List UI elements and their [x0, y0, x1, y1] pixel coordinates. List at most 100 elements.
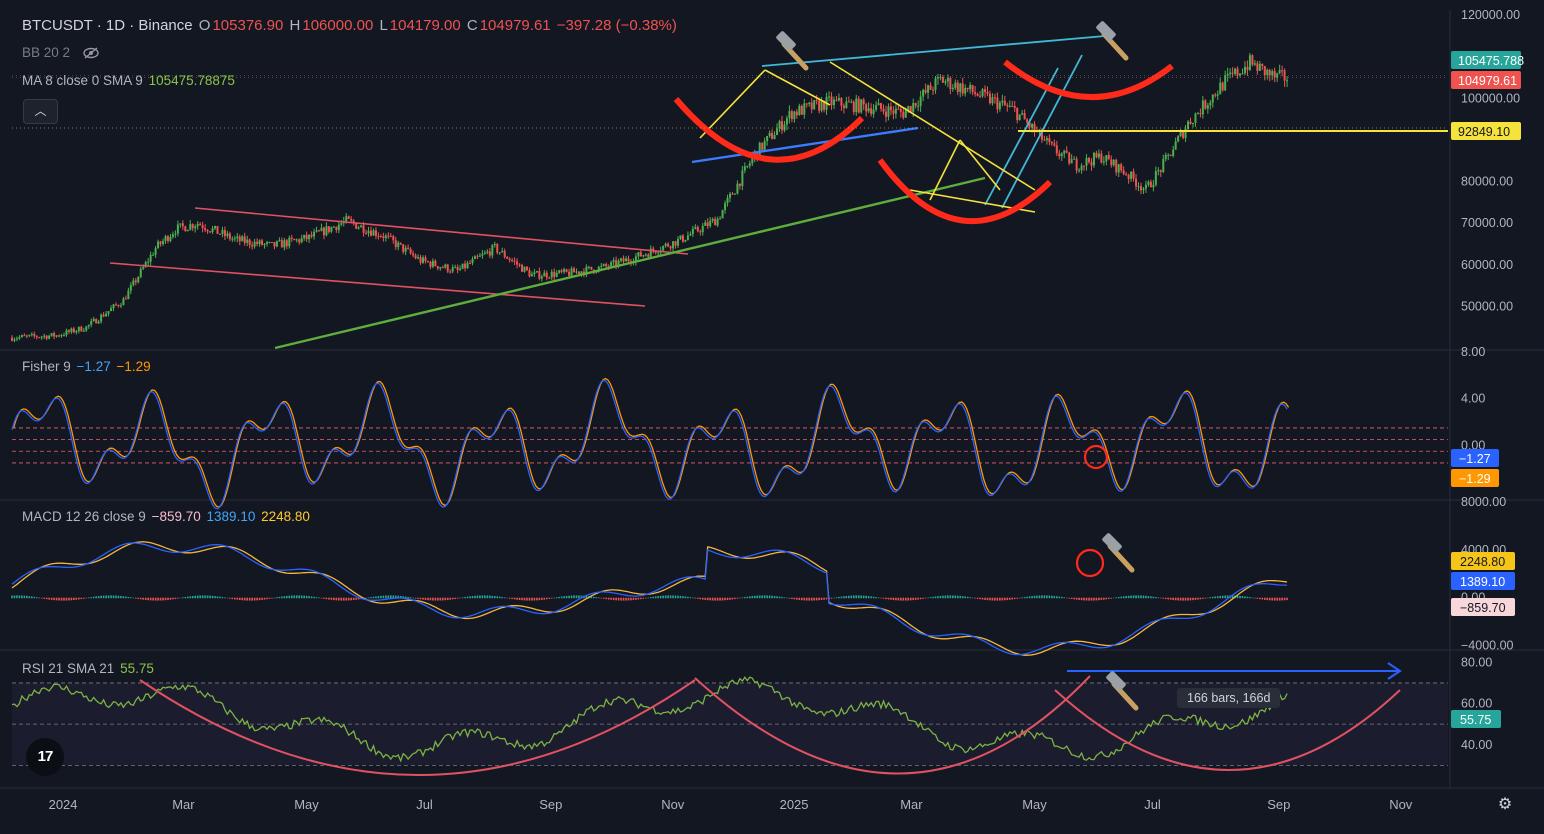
macd-histogram-bar: [328, 597, 330, 600]
settings-gear-icon[interactable]: ⚙: [1496, 796, 1514, 814]
candle-body: [899, 109, 902, 112]
candle-body: [706, 222, 709, 227]
candle-body: [922, 89, 925, 97]
candle-body: [1261, 63, 1264, 66]
candle-body: [1214, 94, 1217, 96]
macd-histogram-bar: [498, 596, 501, 599]
candle-body: [1097, 153, 1100, 158]
candle-body: [927, 85, 930, 93]
macd-histogram-bar: [318, 597, 320, 599]
macd-histogram-bar: [1246, 596, 1249, 599]
candle-body: [92, 319, 95, 322]
bb-legend[interactable]: BB 20 2: [22, 45, 100, 60]
macd-histogram-bar: [672, 595, 674, 599]
candle-body: [209, 231, 212, 233]
candle-body: [684, 239, 687, 242]
macd-histogram-bar: [246, 597, 249, 601]
time-tick-label: Mar: [900, 797, 923, 812]
candle-body: [266, 242, 269, 244]
candle-body: [768, 132, 771, 137]
candle-body: [100, 314, 103, 322]
macd-histogram-bar: [1090, 597, 1093, 601]
ma-label: MA 8 close 0 SMA 9: [22, 73, 143, 88]
macd-histogram-bar: [1048, 595, 1051, 599]
candle-body: [778, 121, 781, 129]
macd-histogram-bar: [288, 595, 291, 599]
macd-histogram-bar: [786, 597, 788, 599]
macd-histogram-bar: [422, 597, 424, 600]
macd-histogram-bar: [833, 597, 835, 599]
candle-body: [733, 193, 736, 195]
candle-body: [218, 233, 221, 235]
macd-histogram-bar: [533, 597, 536, 601]
candle-body: [67, 330, 70, 332]
chart-canvas[interactable]: 120000.00 100000.00 80000.00 70000.00 60000.…: [0, 0, 1544, 834]
macd-histogram-bar: [226, 597, 229, 599]
candle-body: [308, 234, 311, 240]
candle-body: [941, 77, 944, 83]
macd-histogram-bar: [900, 597, 902, 601]
candle-body: [1068, 152, 1071, 164]
macd-histogram-bar: [251, 597, 253, 601]
candle-body: [1043, 139, 1046, 141]
macd-histogram-bar: [1283, 597, 1286, 601]
candle-body: [332, 226, 335, 228]
macd-histogram-bar: [825, 597, 828, 600]
candle-body: [568, 271, 571, 276]
macd-histogram-bar: [95, 596, 97, 599]
candle-body: [719, 218, 722, 220]
tradingview-logo[interactable]: 17: [26, 738, 64, 776]
candle-body: [280, 240, 283, 248]
candle-body: [491, 245, 494, 256]
candle-body: [243, 236, 246, 243]
candle-body: [48, 335, 51, 339]
candle-body: [275, 241, 278, 247]
candle-body: [149, 254, 152, 262]
candle-body: [1159, 170, 1162, 173]
rsi-legend[interactable]: RSI 21 SMA 21 55.75: [22, 661, 156, 676]
macd-histogram-bar: [1209, 597, 1212, 599]
fisher-legend[interactable]: Fisher 9 −1.27 −1.29: [22, 359, 153, 374]
macd-legend[interactable]: MACD 12 26 close 9 −859.70 1389.10 2248.…: [22, 509, 312, 524]
macd-histogram-bar: [929, 597, 932, 599]
macd-histogram-bar: [570, 595, 573, 599]
macd-histogram-bar: [407, 596, 409, 599]
candle-body: [971, 85, 974, 93]
fisher-value-2: −1.29: [116, 359, 151, 374]
candle-body: [773, 135, 776, 139]
macd-histogram-bar: [1095, 597, 1098, 601]
hidden-eye-icon[interactable]: [82, 47, 100, 59]
hammer-icon: [776, 31, 809, 71]
macd-histogram-bar: [704, 597, 707, 600]
macd-histogram-bar: [347, 597, 350, 601]
macd-histogram-bar: [1182, 597, 1184, 601]
macd-histogram-bar: [1286, 597, 1288, 601]
macd-histogram-bar: [838, 596, 840, 599]
macd-histogram-bar: [956, 595, 959, 599]
macd-histogram-bar: [791, 597, 793, 599]
candle-body: [303, 234, 306, 239]
fisher-line: [11, 379, 1288, 510]
ma-legend[interactable]: MA 8 close 0 SMA 9 105475.78875: [22, 73, 237, 88]
candle-body: [1174, 141, 1177, 150]
macd-histogram-bar: [976, 597, 979, 599]
macd-histogram-bar: [58, 597, 60, 601]
candle-body: [1162, 158, 1165, 173]
macd-histogram-bar: [90, 597, 93, 599]
candle-body: [407, 247, 410, 249]
macd-histogram-bar: [610, 597, 612, 600]
macd-histogram-bar: [437, 597, 439, 601]
candle-body: [696, 227, 699, 232]
candle-body: [246, 239, 249, 243]
macd-histogram-bar: [885, 597, 887, 600]
macd-histogram-bar: [1011, 597, 1014, 600]
macd-histogram-bar: [273, 597, 276, 599]
macd-histogram-bar: [538, 597, 541, 601]
macd-histogram-bar: [271, 597, 273, 599]
symbol-legend[interactable]: BTCUSDT · 1D · Binance O 105376.90 H 10600…: [22, 17, 679, 34]
candle-body: [553, 271, 556, 277]
candle-body: [1130, 171, 1133, 179]
candle-body: [508, 258, 511, 261]
macd-histogram-bar: [18, 595, 21, 599]
collapse-legend-button[interactable]: ︿: [23, 99, 58, 124]
